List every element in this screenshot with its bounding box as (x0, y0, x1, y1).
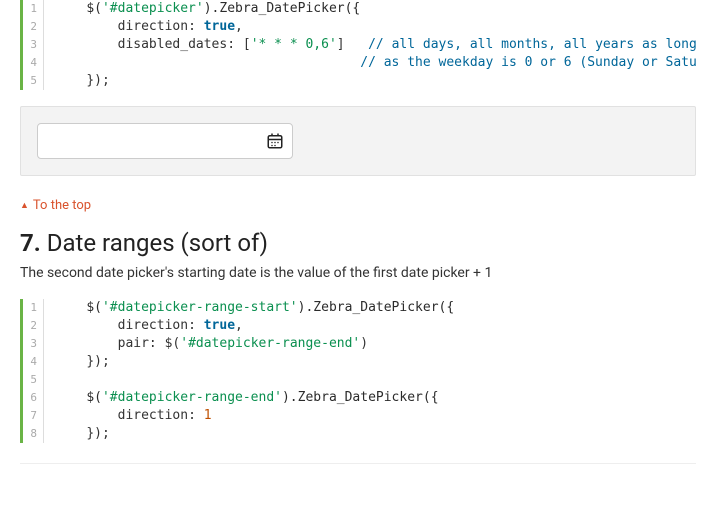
code-block-2: 1 2 3 4 5 6 7 8 $('#datepicker-range-sta… (20, 299, 696, 443)
section-heading: 7. Date ranges (sort of) (20, 229, 696, 257)
line-num: 5 (23, 371, 37, 389)
code-token: '#datepicker' (102, 1, 204, 16)
section-description: The second date picker's starting date i… (20, 265, 696, 281)
divider (20, 463, 696, 464)
code-token: direction: (118, 19, 204, 34)
code-token: }); (86, 426, 109, 441)
code-token: pair: $( (118, 336, 181, 351)
datepicker-demo-panel (20, 106, 696, 176)
code-comment: // as the weekday is 0 or 6 (Sunday or S… (360, 55, 696, 70)
line-num: 5 (23, 72, 37, 90)
section-title: Date ranges (sort of) (47, 229, 268, 257)
code-token: true (204, 19, 235, 34)
code-token: ).Zebra_DatePicker({ (298, 300, 455, 315)
code-token: ) (360, 336, 368, 351)
line-num: 4 (23, 353, 37, 371)
code-content: $('#datepicker-range-start').Zebra_DateP… (23, 299, 696, 443)
code-token: }); (86, 354, 109, 369)
line-num: 4 (23, 54, 37, 72)
code-token: ] (337, 37, 368, 52)
code-token: , (235, 318, 243, 333)
code-content: $('#datepicker').Zebra_DatePicker({ dire… (23, 0, 696, 90)
code-token: ).Zebra_DatePicker({ (282, 390, 439, 405)
line-numbers: 1 2 3 4 5 6 7 8 (23, 299, 44, 443)
line-num: 2 (23, 317, 37, 335)
to-the-top-link[interactable]: To the top (20, 198, 696, 213)
code-token: '#datepicker-range-end' (180, 336, 360, 351)
code-token: '#datepicker-range-start' (102, 300, 298, 315)
line-num: 1 (23, 0, 37, 18)
line-num: 6 (23, 389, 37, 407)
code-token: disabled_dates: [ (118, 37, 251, 52)
code-token: true (204, 318, 235, 333)
code-token: direction: (118, 408, 204, 423)
code-token: , (235, 19, 243, 34)
line-num: 3 (23, 335, 37, 353)
line-num: 7 (23, 407, 37, 425)
code-token: $( (86, 1, 102, 16)
line-num: 1 (23, 299, 37, 317)
code-token: direction: (118, 318, 204, 333)
code-token: ).Zebra_DatePicker({ (204, 1, 361, 16)
code-token: }); (86, 73, 109, 88)
datepicker-input[interactable] (38, 124, 292, 158)
code-block-1: 1 2 3 4 5 $('#datepicker').Zebra_DatePic… (20, 0, 696, 90)
code-token: '#datepicker-range-end' (102, 390, 282, 405)
code-token: '* * * 0,6' (251, 37, 337, 52)
code-token: 1 (204, 408, 212, 423)
line-num: 8 (23, 425, 37, 443)
datepicker-input-wrap[interactable] (37, 123, 293, 159)
line-numbers: 1 2 3 4 5 (23, 0, 44, 90)
section-number: 7. (20, 229, 41, 257)
line-num: 3 (23, 36, 37, 54)
code-token: $( (86, 390, 102, 405)
code-comment: // all days, all months, all years as lo… (368, 37, 696, 52)
line-num: 2 (23, 18, 37, 36)
code-token: $( (86, 300, 102, 315)
